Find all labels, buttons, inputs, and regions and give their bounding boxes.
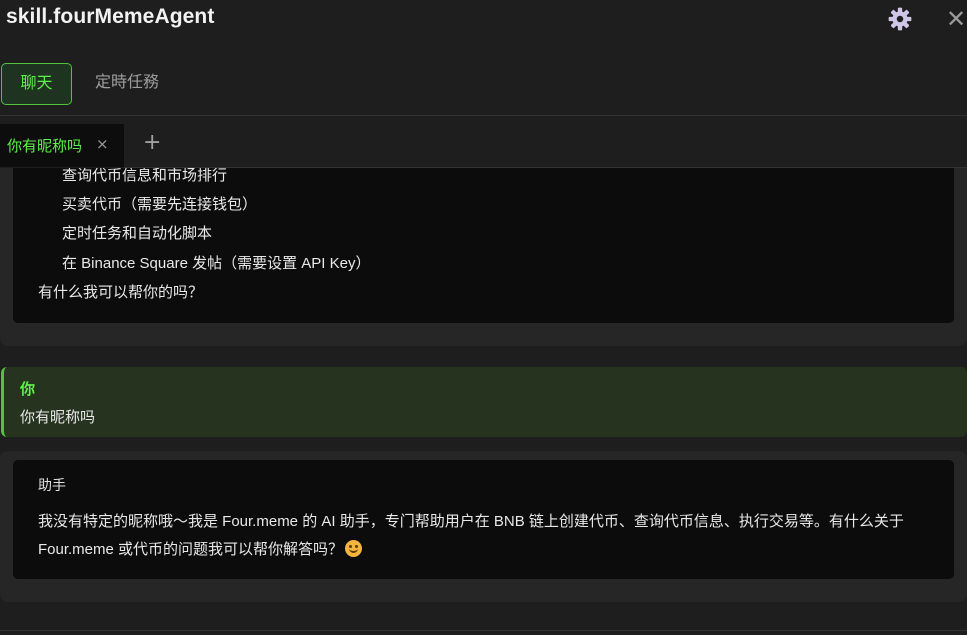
assistant-reply-text: 我没有特定的昵称哦～我是 Four.meme 的 AI 助手，专门帮助用户在 B… (38, 513, 904, 558)
message-line: 在 Binance Square 发帖（需要设置 API Key） (62, 255, 371, 272)
tab-scheduled-tasks[interactable]: 定時任務 (95, 63, 159, 103)
divider (0, 115, 967, 116)
message-line: 查询代币信息和市场排行 (62, 168, 228, 184)
assistant-message-text: 我没有特定的昵称哦～我是 Four.meme 的 AI 助手，专门帮助用户在 B… (38, 508, 938, 564)
app-window: skill.fourMemeAgent ✕ 聊天 定時任務 你有昵称吗 × + … (0, 0, 967, 635)
message-line: 有什么我可以帮你的吗？ (38, 284, 204, 301)
app-title: skill.fourMemeAgent (6, 5, 215, 28)
assistant-author: 助手 (38, 477, 66, 493)
gear-icon[interactable] (887, 6, 913, 32)
message-list[interactable]: 查询代币信息和市场排行 买卖代币（需要先连接钱包） 定时任务和自动化脚本 在 B… (0, 168, 967, 635)
user-message: 你 你有昵称吗 (1, 367, 967, 437)
title-bar: skill.fourMemeAgent ✕ (0, 0, 967, 38)
user-message-text: 你有昵称吗 (20, 409, 96, 426)
divider (0, 630, 967, 631)
close-tab-icon[interactable]: × (96, 135, 109, 153)
chat-session-tabs: 你有昵称吗 × + (0, 124, 967, 168)
user-author: 你 (20, 381, 36, 398)
chat-tab-active[interactable]: 你有昵称吗 × (0, 124, 124, 167)
tab-chat[interactable]: 聊天 (1, 63, 72, 105)
chat-tab-label: 你有昵称吗 (7, 138, 83, 155)
message-line: 定时任务和自动化脚本 (62, 225, 213, 242)
message-line: 买卖代币（需要先连接钱包） (62, 196, 258, 213)
close-icon[interactable]: ✕ (946, 6, 967, 32)
smiling-face-icon (345, 540, 363, 557)
add-chat-icon[interactable]: + (143, 130, 161, 155)
